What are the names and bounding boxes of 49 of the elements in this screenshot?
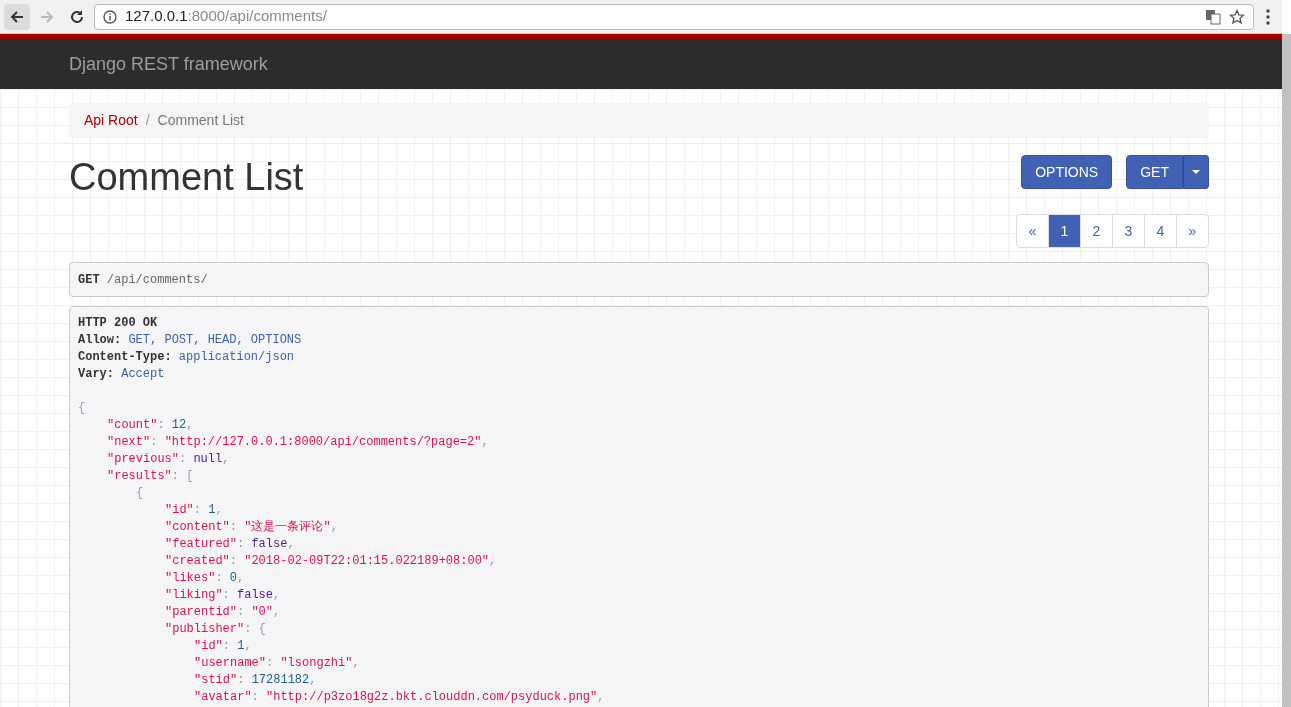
brand-link[interactable]: Django REST framework [69, 50, 268, 78]
dropdown-toggle[interactable] [1183, 155, 1209, 189]
status-line: HTTP 200 OK [78, 315, 158, 332]
translate-icon[interactable] [1205, 8, 1221, 25]
page-link[interactable]: « [1016, 214, 1049, 248]
code-line: { [136, 485, 144, 502]
page-link[interactable]: 1 [1048, 214, 1081, 248]
options-button[interactable]: OPTIONS [1021, 155, 1113, 189]
header-line: Content-Type: application/json [78, 349, 295, 366]
code-line: "featured": false, [165, 536, 295, 553]
code-line: { [78, 400, 86, 417]
scrollbar[interactable] [1282, 34, 1291, 707]
breadcrumb-separator: / [144, 111, 151, 130]
breadcrumb-link[interactable]: Api Root [84, 110, 138, 131]
back-arrow-icon [9, 8, 25, 25]
code-line: "username": "lsongzhi", [194, 655, 360, 672]
code-line: "avatar": "http://p3zo18g2z.bkt.clouddn.com/psyduck.png", [194, 689, 605, 706]
page-title: Comment List [69, 158, 304, 196]
forward-arrow-icon [39, 8, 55, 25]
caret-icon [1192, 170, 1200, 174]
star-icon[interactable] [1229, 8, 1245, 25]
page-link[interactable]: 3 [1112, 214, 1145, 248]
request-line: GET /api/comments/ [78, 271, 208, 289]
code-line: "id": 1, [165, 502, 223, 519]
code-line: "liking": false, [165, 587, 281, 604]
header-line: Vary: Accept [78, 366, 165, 383]
code-line: "previous": null, [107, 451, 230, 468]
menu-icon[interactable] [1266, 8, 1270, 25]
code-line: "publisher": { [165, 621, 266, 638]
reload-icon [69, 8, 85, 25]
code-line: "next": "http://127.0.0.1:8000/api/comments/?page=2", [107, 434, 489, 451]
page-link[interactable]: » [1176, 214, 1209, 248]
code-line: "results": [ [107, 468, 194, 485]
breadcrumb-current: Comment List [157, 111, 244, 130]
back-button[interactable] [4, 3, 30, 30]
url-text: 127.0.0.1:8000/api/comments/ [125, 6, 327, 27]
code-line: "likes": 0, [165, 570, 245, 587]
get-button[interactable]: GET [1126, 155, 1183, 189]
page-link[interactable]: 4 [1144, 214, 1177, 248]
code-line: "content": "这是一条评论", [165, 519, 338, 536]
code-line: "stid": 17281182, [194, 672, 317, 689]
code-line: "parentid": "0", [165, 604, 281, 621]
info-icon [103, 9, 117, 24]
page-link[interactable]: 2 [1080, 214, 1113, 248]
code-line: "id": 1, [194, 638, 252, 655]
code-line: "count": 12, [107, 417, 194, 434]
header-line: Allow: GET, POST, HEAD, OPTIONS [78, 332, 302, 349]
code-line: "created": "2018-02-09T22:01:15.022189+08:00", [165, 553, 497, 570]
address-field[interactable]: 127.0.0.1:8000/api/comments/ [94, 3, 1254, 30]
